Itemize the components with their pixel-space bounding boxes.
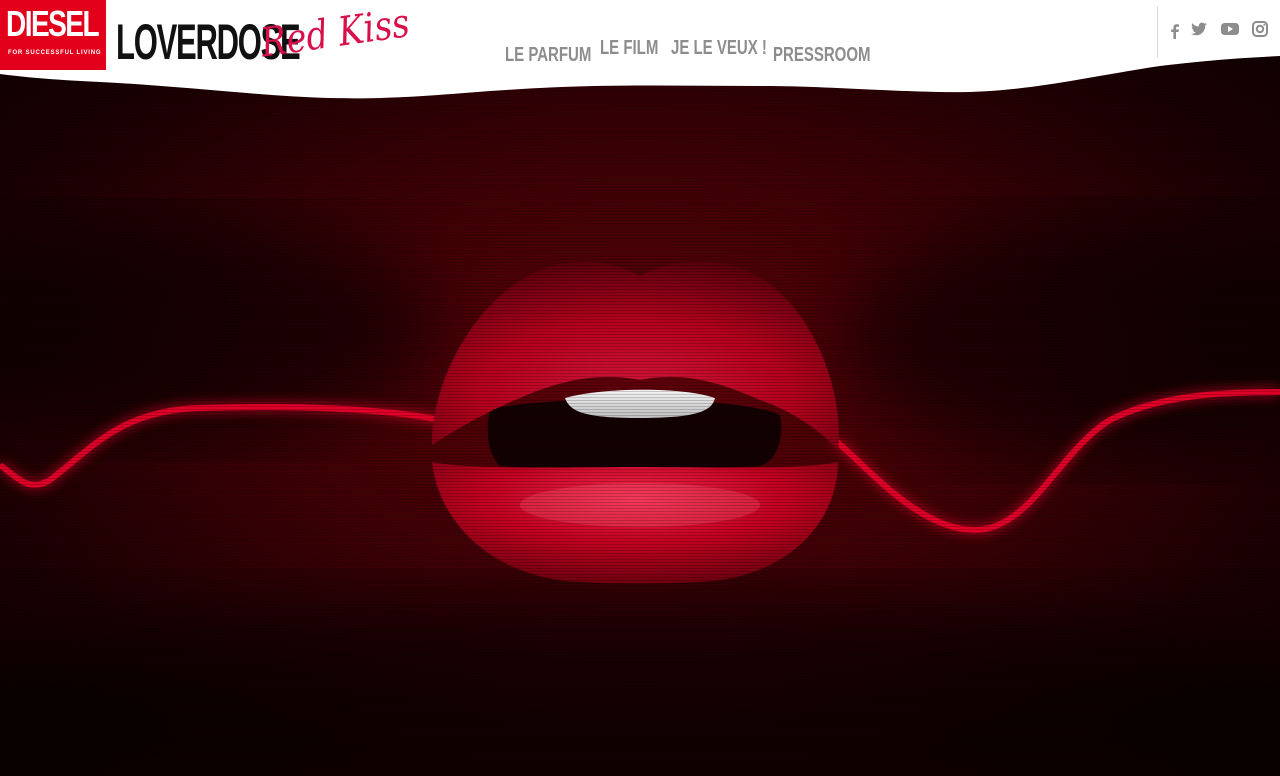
header-divider xyxy=(1157,6,1158,58)
youtube-icon[interactable] xyxy=(1220,20,1240,38)
diesel-logo-tagline: FOR SUCCESSFUL LIVING xyxy=(8,50,102,56)
page: DIESEL FOR SUCCESSFUL LIVING LOVERDOSE R… xyxy=(0,0,1280,776)
shadow-right xyxy=(840,220,1280,460)
nav-le-parfum[interactable]: LE PARFUM xyxy=(505,44,591,67)
hero-artwork xyxy=(0,220,1280,776)
twitter-icon[interactable] xyxy=(1190,20,1208,38)
diesel-logo[interactable]: DIESEL FOR SUCCESSFUL LIVING xyxy=(0,0,106,70)
lips xyxy=(431,261,839,584)
nav-pressroom[interactable]: PRESSROOM xyxy=(773,44,871,67)
diesel-logo-word: DIESEL xyxy=(6,3,100,44)
nav-le-film[interactable]: LE FILM xyxy=(600,37,658,60)
teeth xyxy=(565,389,715,418)
facebook-icon[interactable] xyxy=(1166,22,1184,40)
shadow-bottom xyxy=(0,590,1280,776)
instagram-icon[interactable] xyxy=(1251,20,1269,38)
lip-highlight xyxy=(520,483,760,527)
nav-je-le-veux[interactable]: JE LE VEUX ! xyxy=(671,37,767,60)
